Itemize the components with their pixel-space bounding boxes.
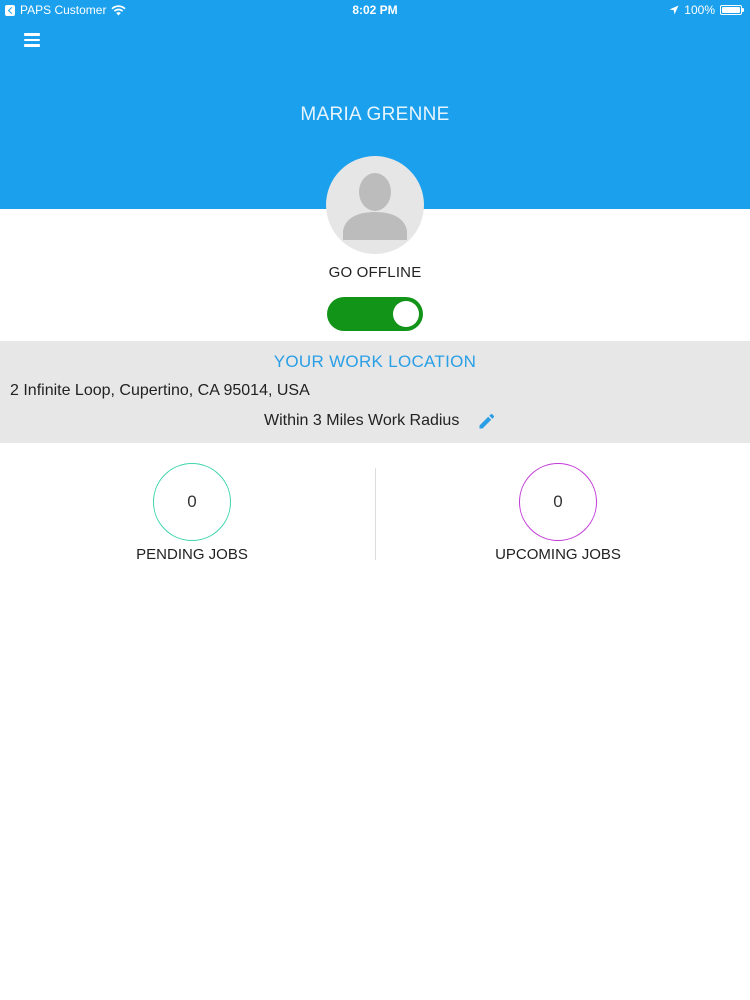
status-bar: PAPS Customer 8:02 PM 100% (0, 0, 750, 22)
person-silhouette-icon (343, 173, 407, 240)
work-location-address: 2 Infinite Loop, Cupertino, CA 95014, US… (10, 382, 310, 399)
work-location-panel: YOUR WORK LOCATION 2 Infinite Loop, Cupe… (0, 341, 750, 443)
avatar[interactable] (326, 156, 424, 254)
battery-percent: 100% (684, 3, 715, 17)
upcoming-jobs-label[interactable]: UPCOMING JOBS (448, 546, 668, 563)
pending-jobs-label[interactable]: PENDING JOBS (82, 546, 302, 563)
hamburger-menu-icon[interactable] (24, 33, 40, 47)
pencil-edit-icon[interactable] (478, 413, 495, 430)
location-arrow-icon (669, 5, 679, 15)
toggle-knob (393, 301, 419, 327)
availability-label: GO OFFLINE (328, 264, 422, 281)
user-name: MARIA GRENNE (300, 104, 450, 125)
work-location-title: YOUR WORK LOCATION (273, 352, 477, 371)
work-radius-text: Within 3 Miles Work Radius (264, 412, 460, 429)
battery-icon (720, 5, 744, 15)
pending-jobs-count[interactable]: 0 (153, 463, 231, 541)
upcoming-jobs-count[interactable]: 0 (519, 463, 597, 541)
online-toggle[interactable] (327, 297, 423, 331)
status-right: 100% (669, 3, 744, 17)
clock: 8:02 PM (352, 3, 398, 17)
stats-divider (375, 468, 376, 560)
